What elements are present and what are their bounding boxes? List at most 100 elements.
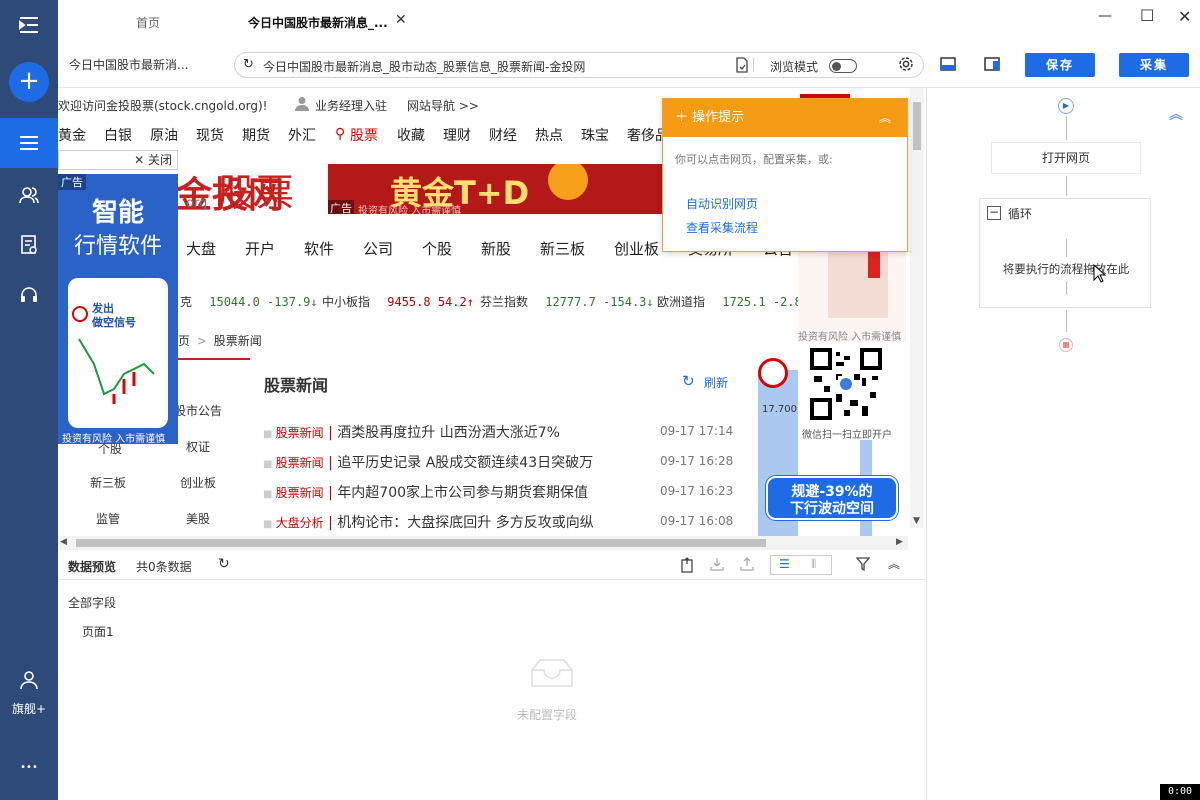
flow-start-icon[interactable]: ▶	[1058, 98, 1074, 114]
export-icon[interactable]	[680, 557, 694, 576]
vertical-scroll-thumb[interactable]	[913, 102, 921, 150]
banner-ad[interactable]: 黄金T+D 广告 投资有风险 入市需谨慎	[328, 164, 662, 214]
preview-refresh-icon[interactable]: ↻	[218, 556, 230, 572]
vertical-scrollbar[interactable]: ▼	[910, 88, 924, 528]
team-icon[interactable]	[0, 170, 58, 220]
task-list-icon[interactable]	[0, 118, 58, 168]
nav-item[interactable]: 热点	[535, 125, 563, 145]
nav-item[interactable]: 期货	[242, 125, 270, 145]
tab-close-icon[interactable]: ✕	[395, 12, 407, 28]
view-toggle[interactable]: ☰ ⦀	[770, 555, 832, 575]
news-tag[interactable]: 股票新闻	[276, 486, 324, 500]
scroll-down-arrow-icon[interactable]: ▼	[913, 516, 920, 526]
flow-collapse-chevron-icon[interactable]: ︽	[1169, 104, 1183, 124]
flow-open-page-node[interactable]: 打开网页	[991, 142, 1141, 174]
close-ad-button[interactable]: ✕ 关闭	[58, 150, 178, 170]
address-bar[interactable]: ↻ 今日中国股市最新消息_股市动态_股票信息_股票新闻-金投网 浏览模式	[234, 52, 924, 78]
side-link[interactable]: 股市公告	[174, 402, 222, 419]
nav-item[interactable]: 外汇	[288, 125, 316, 145]
reload-icon[interactable]: ↻	[243, 57, 254, 72]
auto-detect-link[interactable]: 自动识别网页	[686, 195, 758, 212]
window-maximize-button[interactable]: ☐	[1140, 6, 1154, 25]
news-row[interactable]: ■ 股票新闻 | 酒类股再度拉升 山西汾酒大涨近7% 09-17 17:14	[263, 422, 743, 442]
category-item[interactable]: 公司	[363, 238, 393, 259]
scroll-left-arrow-icon[interactable]: ◀	[60, 537, 67, 547]
window-close-button[interactable]: ✕	[1178, 7, 1191, 26]
user-icon[interactable]	[0, 655, 58, 705]
news-tag[interactable]: 大盘分析	[276, 516, 324, 530]
category-item[interactable]: 新股	[481, 238, 511, 259]
stock-ticker[interactable]: 克 15044.0 -137.9↓	[180, 293, 318, 310]
nav-item[interactable]: 收藏	[397, 125, 425, 145]
loop-collapse-icon[interactable]: −	[987, 206, 1001, 220]
news-title[interactable]: 机构论市：大盘探底回升 多方反攻或向纵	[337, 515, 593, 531]
site-nav-link[interactable]: 网站导航 >>	[407, 97, 479, 114]
tab-home[interactable]: 首页	[136, 14, 160, 31]
side-link[interactable]: 美股	[186, 510, 210, 527]
nav-item[interactable]: 现货	[196, 125, 224, 145]
category-item[interactable]: 软件	[304, 238, 334, 259]
news-row[interactable]: ■ 股票新闻 | 追平历史记录 A股成交额连续43日突破万 09-17 16:2…	[263, 452, 743, 472]
category-item[interactable]: 开户	[245, 238, 275, 259]
tab-active[interactable]: 今日中国股市最新消息_...	[248, 14, 388, 31]
nav-item[interactable]: 白银	[104, 125, 132, 145]
collect-button[interactable]: 采集	[1119, 53, 1189, 77]
category-item[interactable]: 大盘	[186, 238, 216, 259]
settings-gear-icon[interactable]	[898, 56, 914, 75]
save-button[interactable]: 保存	[1025, 53, 1095, 77]
manager-link[interactable]: 业务经理入驻	[315, 97, 387, 114]
nav-item[interactable]: 财经	[489, 125, 517, 145]
news-title[interactable]: 年内超700家上市公司参与期货套期保值	[337, 485, 588, 501]
side-link[interactable]: 权证	[186, 438, 210, 455]
browse-mode-toggle[interactable]	[829, 59, 857, 73]
stock-ticker[interactable]: 中小板指 9455.8 54.2↑	[322, 293, 474, 310]
hint-header[interactable]: ＋ 操作提示 ︽	[663, 99, 907, 137]
all-fields-label[interactable]: 全部字段	[68, 594, 116, 611]
side-link[interactable]: 监管	[96, 510, 120, 527]
stock-ticker[interactable]: 欧洲道指 1725.1 -2.8	[657, 293, 802, 310]
nav-item[interactable]: 珠宝	[581, 125, 609, 145]
view-flow-link[interactable]: 查看采集流程	[686, 219, 758, 236]
qr-card[interactable]: 微信扫一扫立即开户	[788, 342, 906, 442]
side-link[interactable]: 创业板	[180, 474, 216, 491]
page1-item[interactable]: 页面1	[82, 623, 114, 640]
window-minimize-button[interactable]: —	[1098, 8, 1112, 24]
flow-loop-node[interactable]: − 循环 将要执行的流程拖放在此	[979, 198, 1151, 308]
nav-item[interactable]: 原油	[150, 125, 178, 145]
category-item[interactable]: 新三板	[540, 238, 585, 259]
news-tag[interactable]: 股票新闻	[276, 456, 324, 470]
refresh-link[interactable]: 刷新	[704, 374, 728, 391]
stock-ticker[interactable]: 芬兰指数 12777.7 -154.3↓	[480, 293, 654, 310]
right-ad-banner[interactable]: 规避-39%的 下行波动空间	[766, 476, 898, 520]
download-icon[interactable]	[710, 557, 724, 574]
horizontal-scrollbar[interactable]: ◀ ▶	[58, 536, 908, 550]
layout-bottom-icon[interactable]	[940, 57, 956, 74]
page-doc-icon[interactable]	[735, 57, 749, 76]
flagship-label[interactable]: 旗舰+	[0, 700, 58, 717]
news-title[interactable]: 酒类股再度拉升 山西汾酒大涨近7%	[337, 425, 560, 441]
support-headset-icon[interactable]	[0, 270, 58, 320]
news-tag[interactable]: 股票新闻	[276, 426, 324, 440]
filter-icon[interactable]	[855, 557, 871, 574]
upload-icon[interactable]	[740, 557, 754, 574]
nav-item-stock[interactable]: 股票	[350, 125, 378, 145]
category-item[interactable]: 个股	[422, 238, 452, 259]
column-view-icon[interactable]: ⦀	[811, 557, 816, 572]
new-task-button[interactable]: +	[9, 62, 49, 102]
horizontal-scroll-thumb[interactable]	[76, 539, 766, 547]
side-link[interactable]: 新三板	[90, 474, 126, 491]
breadcrumb-home[interactable]: 页	[178, 334, 190, 348]
news-row[interactable]: ■ 大盘分析 | 机构论市：大盘探底回升 多方反攻或向纵 09-17 16:08	[263, 512, 743, 532]
nav-item[interactable]: 理财	[443, 125, 471, 145]
nav-item[interactable]: 黄金	[58, 125, 86, 145]
left-float-ad[interactable]: 广告 智能 行情软件 发出 做空信号 投资有风险 入市需谨慎	[58, 174, 178, 444]
collapse-menu-icon[interactable]	[0, 0, 58, 50]
data-doc-icon[interactable]	[0, 220, 58, 270]
layout-right-icon[interactable]	[984, 57, 1000, 74]
expand-chevron-icon[interactable]: ︽	[888, 555, 900, 572]
news-row[interactable]: ■ 股票新闻 | 年内超700家上市公司参与期货套期保值 09-17 16:23	[263, 482, 743, 502]
more-icon[interactable]: •••	[0, 762, 58, 773]
category-item[interactable]: 创业板	[614, 238, 659, 259]
scroll-right-arrow-icon[interactable]: ▶	[896, 537, 903, 547]
collapse-chevron-icon[interactable]: ︽	[879, 99, 891, 137]
